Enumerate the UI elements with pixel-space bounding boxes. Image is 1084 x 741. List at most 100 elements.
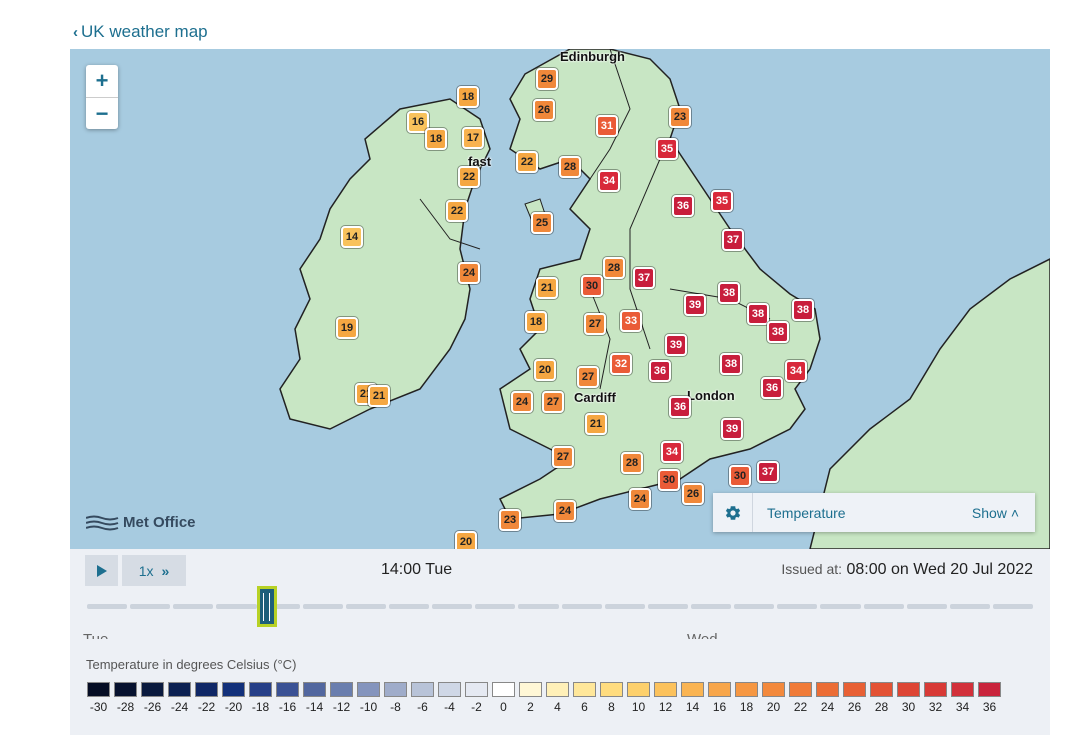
legend-swatch: 36 [976, 682, 1003, 714]
timeline-segment[interactable] [604, 604, 645, 609]
timeline-segment[interactable] [173, 604, 214, 609]
temperature-marker[interactable]: 39 [721, 418, 743, 440]
temperature-marker[interactable]: 37 [722, 229, 744, 251]
timeline-segment[interactable] [388, 604, 430, 609]
temperature-marker[interactable]: 36 [649, 360, 671, 382]
speed-button[interactable]: 1x » [122, 555, 186, 586]
temperature-marker[interactable]: 24 [554, 500, 576, 522]
timeline-segment[interactable] [87, 604, 128, 609]
timeline-segment[interactable] [130, 604, 171, 609]
temperature-marker[interactable]: 32 [610, 353, 632, 375]
temperature-marker[interactable]: 39 [665, 334, 687, 356]
timeline-handle[interactable] [256, 586, 277, 627]
temperature-marker[interactable]: 35 [656, 138, 678, 160]
temperature-marker[interactable]: 29 [536, 68, 558, 90]
temperature-marker[interactable]: 26 [682, 483, 704, 505]
temperature-marker[interactable]: 14 [341, 226, 363, 248]
zoom-out-button[interactable]: − [86, 97, 118, 129]
legend-label: 20 [766, 700, 781, 714]
timeline-segment[interactable] [302, 604, 343, 609]
temperature-marker[interactable]: 22 [458, 166, 480, 188]
temperature-marker[interactable]: 23 [499, 509, 521, 531]
temperature-marker[interactable]: 27 [552, 446, 574, 468]
temperature-marker[interactable]: 21 [368, 385, 390, 407]
layer-show-toggle[interactable]: Show ˄ [972, 505, 1035, 521]
timeline-segment[interactable] [777, 604, 818, 609]
temperature-marker[interactable]: 22 [446, 200, 468, 222]
legend-swatch: -14 [301, 682, 328, 714]
timeline-segment[interactable] [518, 604, 559, 609]
temperature-marker[interactable]: 25 [531, 212, 553, 234]
temperature-marker[interactable]: 38 [792, 299, 814, 321]
timeline-segment[interactable] [475, 604, 516, 609]
temperature-marker[interactable]: 18 [457, 86, 479, 108]
timeline-track[interactable] [87, 604, 1034, 609]
temperature-marker[interactable]: 24 [511, 391, 533, 413]
temperature-marker[interactable]: 34 [661, 441, 683, 463]
legend-label: 10 [631, 700, 646, 714]
temperature-marker[interactable]: 37 [633, 267, 655, 289]
temperature-marker[interactable]: 18 [425, 128, 447, 150]
temperature-marker[interactable]: 17 [462, 127, 484, 149]
temperature-marker[interactable]: 39 [684, 294, 706, 316]
temperature-marker[interactable]: 38 [718, 282, 740, 304]
temperature-marker[interactable]: 34 [598, 170, 620, 192]
temperature-marker[interactable]: 27 [542, 391, 564, 413]
temperature-marker[interactable]: 30 [658, 469, 680, 491]
temperature-marker[interactable]: 36 [761, 377, 783, 399]
timeline-segment[interactable] [345, 604, 386, 609]
temperature-marker[interactable]: 38 [767, 321, 789, 343]
zoom-in-button[interactable]: + [86, 65, 118, 97]
timeline-segment[interactable] [949, 604, 990, 609]
temperature-marker[interactable]: 33 [620, 310, 642, 332]
timeline-segment[interactable] [647, 604, 688, 609]
legend-color [735, 682, 758, 697]
back-to-uk-map-link[interactable]: ‹ UK weather map [73, 22, 208, 42]
layer-settings-button[interactable] [713, 493, 753, 532]
play-button[interactable] [85, 555, 118, 586]
temperature-marker[interactable]: 27 [584, 313, 606, 335]
legend-color [330, 682, 353, 697]
temperature-marker[interactable]: 21 [585, 413, 607, 435]
temperature-marker[interactable]: 24 [629, 488, 651, 510]
temperature-marker[interactable]: 22 [516, 151, 538, 173]
temperature-marker[interactable]: 34 [785, 360, 807, 382]
timeline-segment[interactable] [906, 604, 947, 609]
timeline-segment[interactable] [734, 604, 775, 609]
temperature-marker[interactable]: 23 [669, 106, 691, 128]
temperature-marker[interactable]: 30 [729, 465, 751, 487]
temperature-marker[interactable]: 28 [621, 452, 643, 474]
temperature-marker[interactable]: 35 [711, 190, 733, 212]
temperature-marker[interactable]: 30 [581, 275, 603, 297]
legend-label: -4 [444, 700, 455, 714]
temperature-marker[interactable]: 36 [669, 396, 691, 418]
timeline-segment[interactable] [216, 604, 257, 609]
timeline-segment[interactable] [432, 604, 473, 609]
legend-color [654, 682, 677, 697]
issued-value: 08:00 on Wed 20 Jul 2022 [846, 561, 1033, 578]
temperature-marker[interactable]: 37 [757, 461, 779, 483]
weather-map[interactable]: + − Edinburgh fast Cardiff London 18 29 26 16 1… [70, 49, 1050, 549]
temperature-marker[interactable]: 26 [533, 99, 555, 121]
timeline-segment[interactable] [820, 604, 861, 609]
temperature-marker[interactable]: 27 [577, 366, 599, 388]
legend-label: -6 [417, 700, 428, 714]
temperature-marker[interactable]: 38 [747, 303, 769, 325]
temperature-marker[interactable]: 18 [525, 311, 547, 333]
temperature-marker[interactable]: 38 [720, 353, 742, 375]
legend-swatch: 18 [733, 682, 760, 714]
temperature-marker[interactable]: 28 [559, 156, 581, 178]
temperature-marker[interactable]: 20 [534, 359, 556, 381]
temperature-marker[interactable]: 31 [596, 115, 618, 137]
temperature-marker[interactable]: 36 [672, 195, 694, 217]
temperature-marker[interactable]: 19 [336, 317, 358, 339]
timeline-segment[interactable] [992, 604, 1034, 609]
timeline-segment[interactable] [690, 604, 732, 609]
temperature-marker[interactable]: 24 [458, 262, 480, 284]
timeline-segment[interactable] [561, 604, 602, 609]
timeline-segment[interactable] [863, 604, 904, 609]
temperature-marker[interactable]: 28 [603, 257, 625, 279]
temperature-marker[interactable]: 20 [455, 531, 477, 549]
temperature-marker[interactable]: 21 [536, 277, 558, 299]
legend-scale: -30 -28 -26 -24 -22 -20 -18 -16 -14 -12 -10 -8 -6 -4-… [85, 682, 1003, 714]
